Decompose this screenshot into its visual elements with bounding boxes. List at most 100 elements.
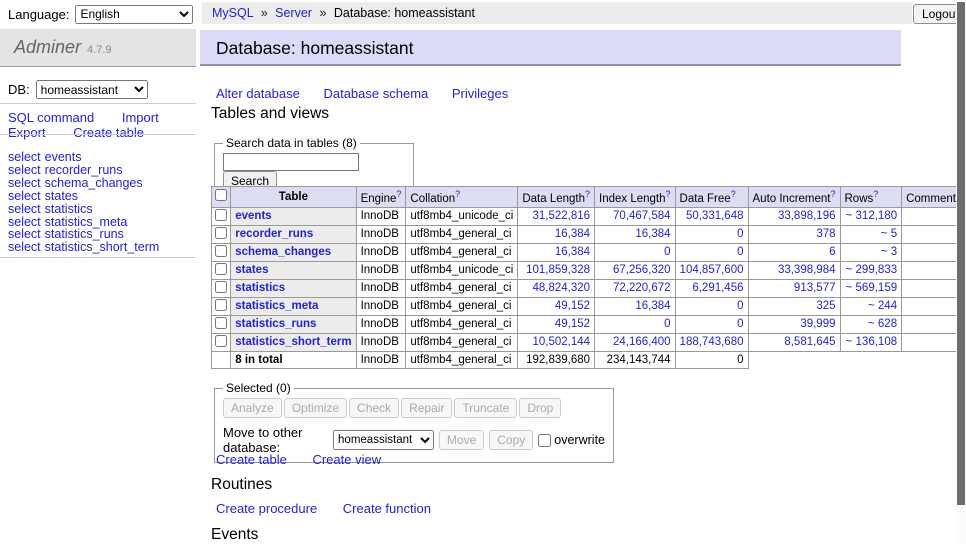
- breadcrumb-mysql-link[interactable]: MySQL: [212, 6, 253, 20]
- auto-increment-link[interactable]: 325: [816, 300, 835, 312]
- row-checkbox[interactable]: [215, 335, 227, 347]
- analyze-button[interactable]: Analyze: [223, 398, 282, 418]
- row-checkbox[interactable]: [215, 209, 227, 221]
- db-select[interactable]: homeassistant: [36, 80, 148, 99]
- database-schema-link[interactable]: Database schema: [323, 86, 428, 101]
- auto-increment-link[interactable]: 913,577: [794, 282, 836, 294]
- drop-button[interactable]: Drop: [519, 398, 561, 418]
- row-checkbox[interactable]: [215, 299, 227, 311]
- data-length-link[interactable]: 101,859,328: [526, 264, 590, 276]
- sidebar-table-link[interactable]: statistics: [45, 202, 93, 216]
- data-free-link[interactable]: 188,743,680: [680, 336, 744, 348]
- select-link[interactable]: select: [8, 227, 41, 241]
- privileges-link[interactable]: Privileges: [452, 86, 508, 101]
- rows-link[interactable]: ~ 569,159: [846, 282, 897, 294]
- adminer-logo[interactable]: Adminer: [14, 37, 81, 58]
- truncate-button[interactable]: Truncate: [454, 398, 517, 418]
- sql-command-link[interactable]: SQL command: [8, 110, 94, 125]
- create-table-link-sidebar[interactable]: Create table: [73, 125, 144, 140]
- data-free-link[interactable]: 104,857,600: [680, 264, 744, 276]
- help-link[interactable]: ?: [396, 189, 401, 199]
- table-name-link[interactable]: recorder_runs: [235, 228, 313, 240]
- sidebar-table-link[interactable]: schema_changes: [45, 176, 143, 190]
- data-free-link[interactable]: 0: [737, 246, 743, 258]
- help-link[interactable]: ?: [455, 189, 460, 199]
- data-free-link[interactable]: 0: [737, 318, 743, 330]
- sidebar-table-link[interactable]: recorder_runs: [45, 163, 123, 177]
- help-link[interactable]: ?: [873, 189, 878, 199]
- index-length-link[interactable]: 72,220,672: [613, 282, 671, 294]
- data-length-link[interactable]: 48,824,320: [532, 282, 590, 294]
- sidebar-table-link[interactable]: statistics_runs: [45, 227, 124, 241]
- data-length-link[interactable]: 31,522,816: [532, 210, 590, 222]
- index-length-link[interactable]: 67,256,320: [613, 264, 671, 276]
- auto-increment-link[interactable]: 33,398,984: [778, 264, 836, 276]
- select-link[interactable]: select: [8, 189, 41, 203]
- data-length-link[interactable]: 49,152: [555, 318, 590, 330]
- select-link[interactable]: select: [8, 202, 41, 216]
- rows-link[interactable]: ~ 628: [868, 318, 897, 330]
- alter-database-link[interactable]: Alter database: [216, 86, 300, 101]
- auto-increment-link[interactable]: 33,898,196: [778, 210, 836, 222]
- help-link[interactable]: ?: [731, 189, 736, 199]
- rows-link[interactable]: ~ 3: [881, 246, 897, 258]
- sidebar-table-link[interactable]: statistics_meta: [45, 215, 128, 229]
- select-link[interactable]: select: [8, 240, 41, 254]
- rows-link[interactable]: ~ 312,180: [846, 210, 897, 222]
- auto-increment-link[interactable]: 8,581,645: [784, 336, 835, 348]
- table-name-link[interactable]: states: [235, 264, 268, 276]
- table-name-link[interactable]: statistics_runs: [235, 318, 316, 330]
- rows-link[interactable]: ~ 299,833: [846, 264, 897, 276]
- table-name-link[interactable]: schema_changes: [235, 246, 331, 258]
- data-free-link[interactable]: 6,291,456: [692, 282, 743, 294]
- optimize-button[interactable]: Optimize: [284, 398, 347, 418]
- row-checkbox[interactable]: [215, 281, 227, 293]
- select-link[interactable]: select: [8, 215, 41, 229]
- row-checkbox[interactable]: [215, 317, 227, 329]
- breadcrumb-server-link[interactable]: Server: [275, 6, 312, 20]
- row-checkbox[interactable]: [215, 263, 227, 275]
- search-input[interactable]: [223, 153, 359, 171]
- data-length-link[interactable]: 10,502,144: [532, 336, 590, 348]
- select-link[interactable]: select: [8, 163, 41, 177]
- rows-link[interactable]: ~ 5: [881, 228, 897, 240]
- index-length-link[interactable]: 24,166,400: [613, 336, 671, 348]
- rows-link[interactable]: ~ 244: [868, 300, 897, 312]
- select-link[interactable]: select: [8, 176, 41, 190]
- index-length-link[interactable]: 0: [664, 246, 670, 258]
- index-length-link[interactable]: 0: [664, 318, 670, 330]
- vertical-scrollbar[interactable]: [956, 0, 966, 543]
- check-button[interactable]: Check: [349, 398, 399, 418]
- help-link[interactable]: ?: [666, 189, 671, 199]
- copy-button[interactable]: Copy: [489, 430, 533, 450]
- data-free-link[interactable]: 0: [737, 300, 743, 312]
- row-checkbox[interactable]: [215, 245, 227, 257]
- data-free-link[interactable]: 50,331,648: [686, 210, 744, 222]
- export-link[interactable]: Export: [8, 125, 46, 140]
- help-link[interactable]: ?: [830, 189, 835, 199]
- index-length-link[interactable]: 16,384: [635, 228, 670, 240]
- auto-increment-link[interactable]: 6: [829, 246, 835, 258]
- adminer-version[interactable]: 4.7.9: [87, 44, 111, 56]
- language-select[interactable]: English: [75, 5, 193, 24]
- import-link[interactable]: Import: [122, 110, 159, 125]
- scrollbar-thumb[interactable]: [957, 2, 965, 505]
- create-function-link[interactable]: Create function: [343, 501, 431, 516]
- table-name-link[interactable]: statistics_short_term: [235, 336, 351, 348]
- move-button[interactable]: Move: [439, 430, 484, 450]
- table-name-link[interactable]: events: [235, 210, 271, 222]
- rows-link[interactable]: ~ 136,108: [846, 336, 897, 348]
- overwrite-checkbox[interactable]: [538, 434, 551, 447]
- data-length-link[interactable]: 16,384: [555, 246, 590, 258]
- select-all-checkbox[interactable]: [215, 189, 227, 201]
- repair-button[interactable]: Repair: [401, 398, 452, 418]
- sidebar-table-link[interactable]: events: [45, 150, 82, 164]
- index-length-link[interactable]: 70,467,584: [613, 210, 671, 222]
- create-table-link[interactable]: Create table: [216, 452, 287, 467]
- auto-increment-link[interactable]: 378: [816, 228, 835, 240]
- row-checkbox[interactable]: [215, 227, 227, 239]
- create-procedure-link[interactable]: Create procedure: [216, 501, 317, 516]
- create-view-link[interactable]: Create view: [312, 452, 381, 467]
- select-link[interactable]: select: [8, 150, 41, 164]
- auto-increment-link[interactable]: 39,999: [800, 318, 835, 330]
